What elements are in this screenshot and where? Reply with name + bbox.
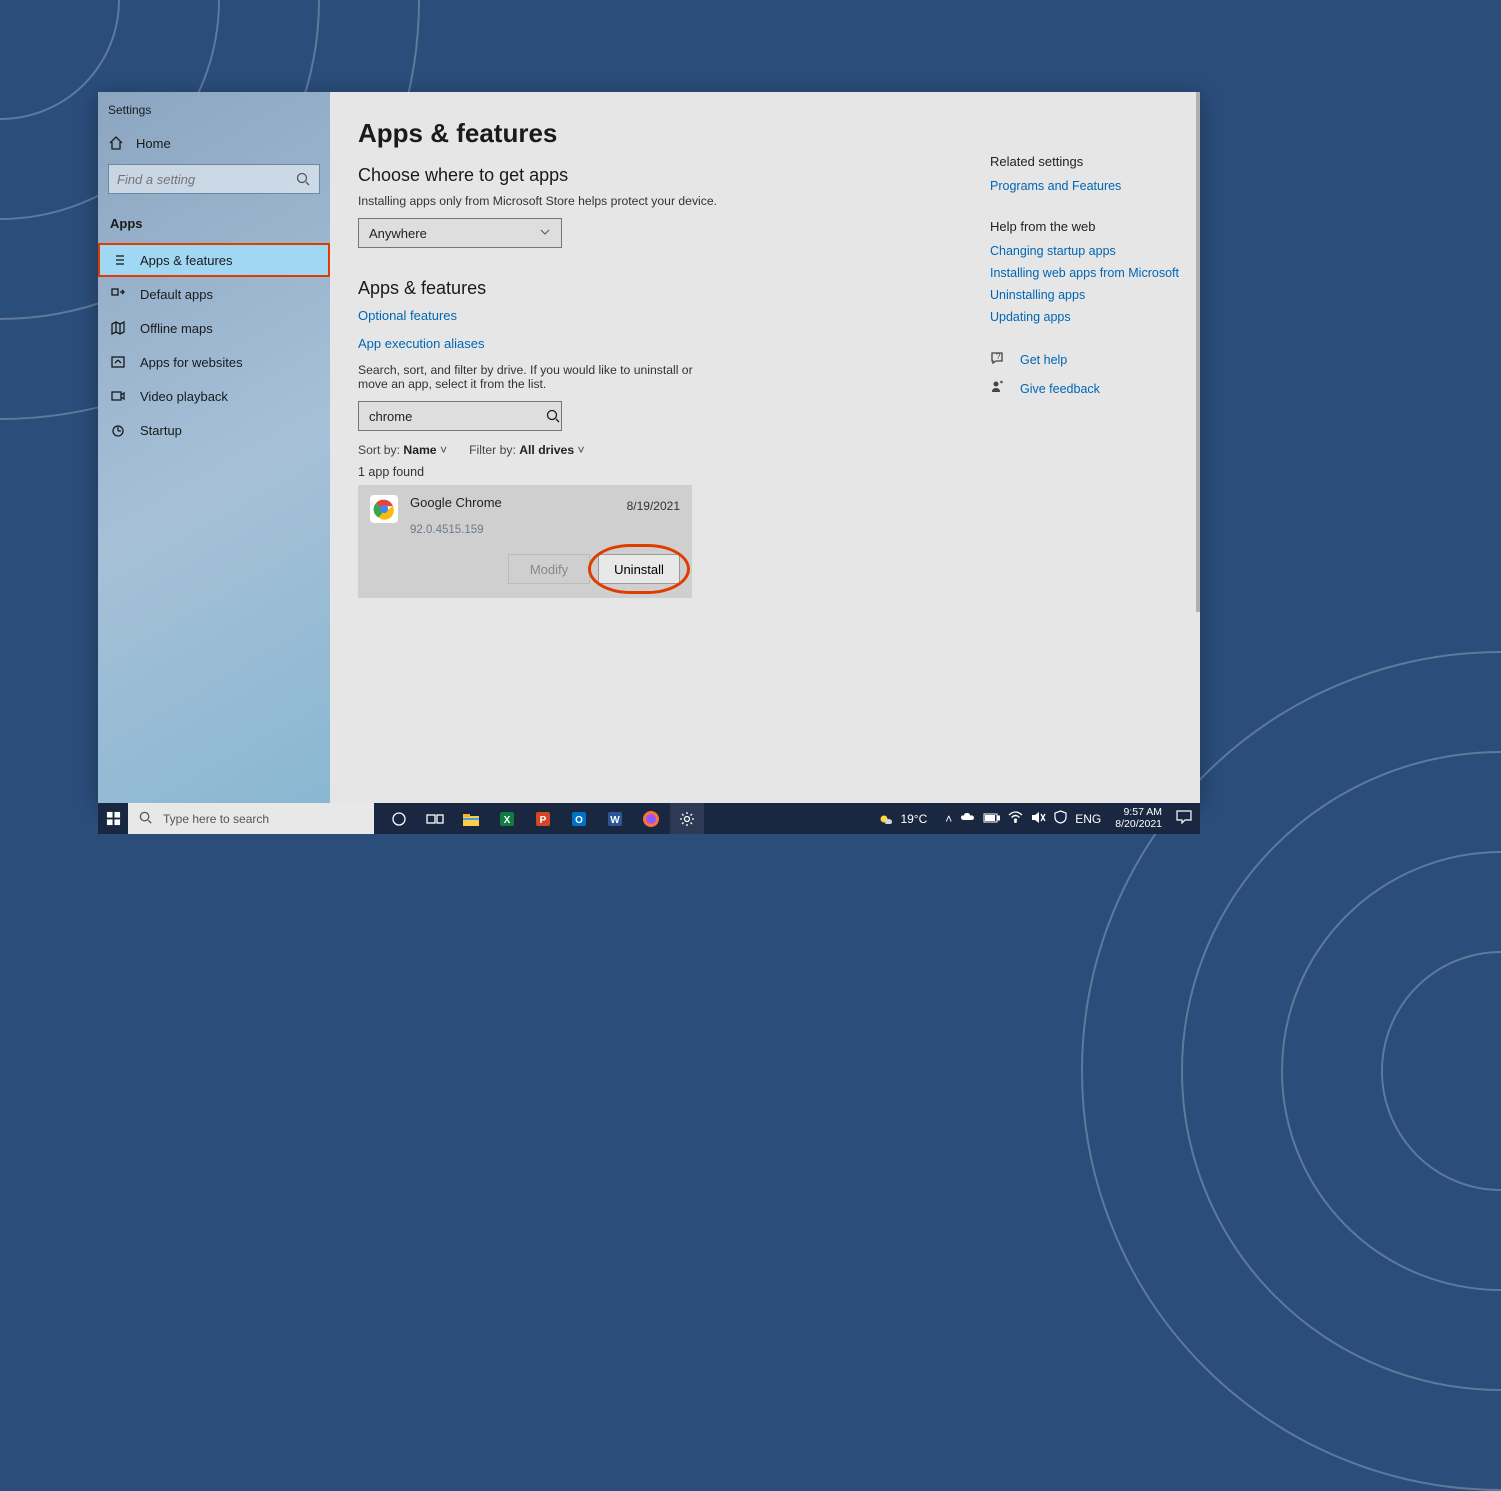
wifi-icon[interactable] <box>1008 811 1023 826</box>
chevron-down-icon <box>539 226 551 241</box>
sidebar: Settings Home Apps Apps & features Defau… <box>98 92 330 803</box>
app-search-input[interactable] <box>369 409 545 424</box>
svg-text:P: P <box>540 815 547 826</box>
start-button[interactable] <box>98 803 128 834</box>
task-view-button[interactable] <box>418 803 452 834</box>
right-column: Related settings Programs and Features H… <box>980 92 1190 803</box>
home-label: Home <box>136 136 171 151</box>
search-icon <box>295 171 311 187</box>
scrollbar[interactable] <box>1196 92 1200 612</box>
uninstall-button[interactable]: Uninstall <box>598 554 680 584</box>
main-column: Apps & features Choose where to get apps… <box>330 92 980 803</box>
settings-window: Settings Home Apps Apps & features Defau… <box>98 92 1200 803</box>
taskbar-search[interactable]: Type here to search <box>128 803 374 834</box>
give-feedback-link[interactable]: Give feedback <box>990 379 1180 398</box>
optional-features-link[interactable]: Optional features <box>358 308 457 323</box>
sidebar-item-label: Apps for websites <box>140 355 243 370</box>
app-name: Google Chrome <box>410 495 615 510</box>
chrome-icon <box>370 495 398 523</box>
volume-icon[interactable] <box>1031 811 1046 827</box>
app-source-select[interactable]: Anywhere <box>358 218 562 248</box>
sidebar-item-startup[interactable]: Startup <box>98 413 330 447</box>
modify-button: Modify <box>508 554 590 584</box>
feedback-icon <box>990 379 1006 398</box>
onedrive-icon[interactable] <box>960 812 975 826</box>
sidebar-item-apps-features[interactable]: Apps & features <box>98 243 330 277</box>
app-list-item[interactable]: Google Chrome 92.0.4515.159 8/19/2021 Mo… <box>358 485 692 598</box>
web-icon <box>110 354 126 370</box>
cortana-button[interactable] <box>382 803 416 834</box>
source-description: Installing apps only from Microsoft Stor… <box>358 194 952 208</box>
weather-widget[interactable]: 19°C <box>878 811 927 827</box>
sidebar-item-apps-websites[interactable]: Apps for websites <box>98 345 330 379</box>
sidebar-item-offline-maps[interactable]: Offline maps <box>98 311 330 345</box>
help-web-heading: Help from the web <box>990 219 1180 234</box>
app-search-box[interactable] <box>358 401 562 431</box>
svg-text:W: W <box>610 815 620 826</box>
system-tray: 19°C ˄ ENG 9:57 AM 8/20/2021 <box>870 807 1200 830</box>
svg-text:?: ? <box>996 352 1001 361</box>
sidebar-search-input[interactable] <box>117 172 295 187</box>
sidebar-item-video-playback[interactable]: Video playback <box>98 379 330 413</box>
window-title: Settings <box>98 100 330 127</box>
list-heading: Apps & features <box>358 278 952 299</box>
app-install-date: 8/19/2021 <box>627 499 680 536</box>
taskbar-app-firefox[interactable] <box>634 803 668 834</box>
taskbar-search-placeholder: Type here to search <box>163 812 269 826</box>
help-link[interactable]: Installing web apps from Microsoft <box>990 266 1180 280</box>
sidebar-item-label: Offline maps <box>140 321 213 336</box>
sidebar-item-label: Default apps <box>140 287 213 302</box>
sidebar-category: Apps <box>98 208 330 243</box>
app-source-value: Anywhere <box>369 226 427 241</box>
chevron-down-icon: ˅ <box>440 443 447 457</box>
taskbar-app-explorer[interactable] <box>454 803 488 834</box>
action-center-icon[interactable] <box>1176 810 1192 827</box>
sidebar-item-label: Startup <box>140 423 182 438</box>
sort-by-control[interactable]: Sort by: Name ˅ <box>358 443 447 457</box>
search-description: Search, sort, and filter by drive. If yo… <box>358 363 698 391</box>
taskbar-app-settings[interactable] <box>670 803 704 834</box>
related-settings-heading: Related settings <box>990 154 1180 169</box>
taskbar-clock[interactable]: 9:57 AM 8/20/2021 <box>1109 807 1168 830</box>
source-heading: Choose where to get apps <box>358 165 952 186</box>
filter-by-control[interactable]: Filter by: All drives ˅ <box>469 443 585 457</box>
programs-features-link[interactable]: Programs and Features <box>990 179 1180 193</box>
sidebar-item-label: Apps & features <box>140 253 233 268</box>
taskbar-app-word[interactable]: W <box>598 803 632 834</box>
video-icon <box>110 388 126 404</box>
chevron-down-icon: ˅ <box>578 443 585 457</box>
language-indicator[interactable]: ENG <box>1075 812 1101 826</box>
svg-text:X: X <box>504 815 511 826</box>
apps-found-count: 1 app found <box>358 465 952 479</box>
get-help-link[interactable]: ? Get help <box>990 350 1180 369</box>
content-area: Apps & features Choose where to get apps… <box>330 92 1200 803</box>
taskbar: Type here to search X P O W 19°C ˄ ENG 9… <box>98 803 1200 834</box>
taskbar-app-powerpoint[interactable]: P <box>526 803 560 834</box>
search-icon <box>138 810 153 828</box>
help-icon: ? <box>990 350 1006 369</box>
svg-text:O: O <box>575 815 583 826</box>
home-button[interactable]: Home <box>98 127 330 159</box>
map-icon <box>110 320 126 336</box>
sort-filter-row: Sort by: Name ˅ Filter by: All drives ˅ <box>358 443 952 457</box>
battery-icon[interactable] <box>983 812 1000 826</box>
sidebar-search[interactable] <box>108 164 320 194</box>
default-apps-icon <box>110 286 126 302</box>
sidebar-item-label: Video playback <box>140 389 228 404</box>
page-title: Apps & features <box>358 118 952 149</box>
search-icon <box>545 408 561 424</box>
taskbar-app-excel[interactable]: X <box>490 803 524 834</box>
list-icon <box>110 252 126 268</box>
help-link[interactable]: Updating apps <box>990 310 1180 324</box>
taskbar-app-outlook[interactable]: O <box>562 803 596 834</box>
app-aliases-link[interactable]: App execution aliases <box>358 336 484 351</box>
startup-icon <box>110 422 126 438</box>
app-version: 92.0.4515.159 <box>410 524 615 536</box>
tray-chevron-icon[interactable]: ˄ <box>945 812 952 826</box>
help-link[interactable]: Changing startup apps <box>990 244 1180 258</box>
sidebar-item-default-apps[interactable]: Default apps <box>98 277 330 311</box>
home-icon <box>108 135 124 151</box>
security-icon[interactable] <box>1054 810 1067 827</box>
help-link[interactable]: Uninstalling apps <box>990 288 1180 302</box>
